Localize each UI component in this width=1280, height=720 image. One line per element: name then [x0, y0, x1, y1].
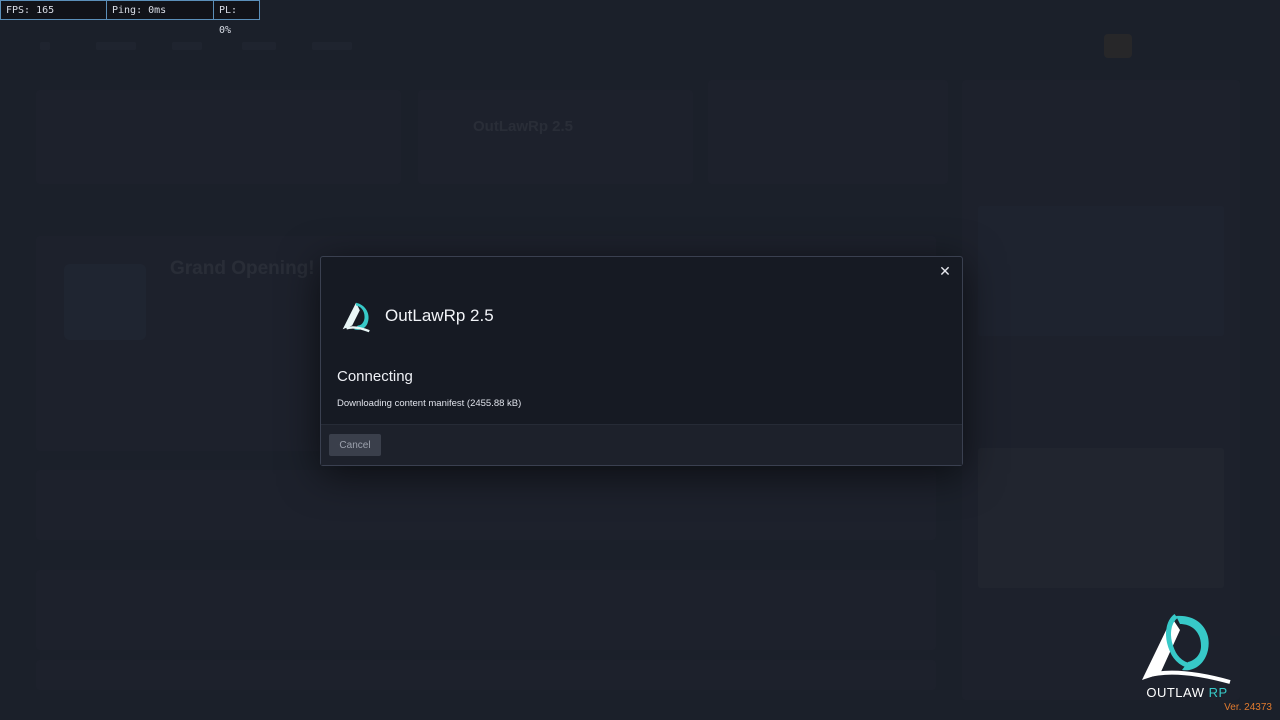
- connecting-dialog: ✕ OutLawRp 2.5 Connecting Downloading co…: [320, 256, 963, 466]
- close-icon[interactable]: ✕: [937, 263, 953, 279]
- server-header: OutLawRp 2.5: [337, 297, 494, 335]
- server-name: OutLawRp 2.5: [385, 306, 494, 325]
- perf-hud: FPS: 165 Ping: 0ms PL: 0%: [0, 0, 260, 36]
- connection-status-detail: Downloading content manifest (2455.88 kB…: [337, 398, 522, 409]
- connection-status-title: Connecting: [337, 368, 413, 385]
- outlaw-rp-brand-logo: OUTLAW RP: [1132, 610, 1242, 705]
- brand-name: OUTLAW RP: [1146, 685, 1228, 700]
- outlaw-rp-emblem-icon: [1142, 614, 1231, 684]
- version-label: Ver. 24373: [1224, 702, 1272, 713]
- ping-readout: Ping: 0ms: [107, 0, 214, 20]
- dialog-footer: Cancel: [321, 424, 962, 465]
- outlaw-rp-logo-icon: [342, 302, 370, 333]
- cancel-button[interactable]: Cancel: [329, 434, 381, 456]
- packet-loss-readout: PL: 0%: [214, 0, 260, 36]
- fps-readout: FPS: 165: [0, 0, 107, 20]
